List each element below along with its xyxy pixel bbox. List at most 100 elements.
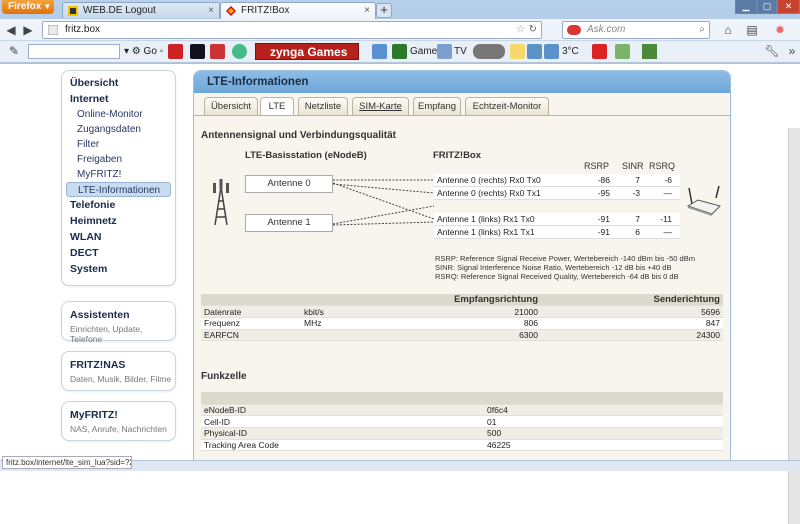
bookmarks-icon[interactable]: ▤ — [744, 22, 760, 38]
row-name: Frequenz — [201, 317, 301, 330]
tools-icon[interactable]: ✎ — [6, 43, 22, 59]
signal-row-rsrp: -95 — [597, 188, 610, 198]
back-icon[interactable]: ◀ — [3, 22, 19, 38]
fritzbox-favicon-icon — [226, 6, 236, 16]
signal-row-name: Antenne 0 (rechts) Rx0 Tx0 — [437, 175, 541, 185]
weather-label[interactable]: 3°C — [562, 45, 579, 59]
col-rsrp: RSRP — [584, 161, 610, 171]
chat-icon[interactable] — [510, 44, 525, 59]
media-controls-icon[interactable] — [473, 44, 505, 59]
top-icon[interactable] — [190, 44, 205, 59]
menu-item-filter[interactable]: Filter — [62, 137, 175, 152]
menu-item-heimnetz[interactable]: Heimnetz — [62, 213, 175, 229]
signal-row-rsrq: — — [663, 188, 673, 198]
menu-item-freigaben[interactable]: Freigaben — [62, 152, 175, 167]
chevron-down-icon: ▼ — [43, 2, 52, 11]
tab-empfang[interactable]: Empfang — [413, 97, 461, 115]
c8-icon[interactable] — [592, 44, 607, 59]
fritznas-box[interactable]: FRITZ!NAS Daten, Musik, Bilder, Filme — [61, 351, 176, 391]
settings-icon[interactable] — [372, 44, 387, 59]
minimize-button[interactable]: ▁ — [735, 0, 757, 14]
close-tab-icon[interactable]: × — [208, 3, 214, 18]
header-empfangsrichtung: Empfangsrichtung — [391, 294, 541, 307]
tab-uebersicht[interactable]: Übersicht — [204, 97, 258, 115]
ticket-icon[interactable] — [210, 44, 225, 59]
myfritz-box[interactable]: MyFRITZ! NAS, Anrufe, Nachrichten — [61, 401, 176, 441]
tv-link[interactable]: TV — [454, 45, 467, 59]
overflow-icon[interactable]: » — [784, 43, 800, 59]
firefox-menu-button[interactable]: Firefox ▼ — [2, 0, 54, 14]
signal-row: Antenne 0 (rechts) Rx0 Tx1 -95 -3 — — [434, 187, 680, 200]
rates-table: Empfangsrichtung Senderichtung Datenrate… — [201, 294, 723, 342]
search-bar[interactable]: Ask.com ⌕ — [562, 21, 710, 39]
ask-logo-icon — [567, 25, 581, 35]
row-name: Tracking Area Code — [201, 439, 484, 452]
assistenten-title: Assistenten — [70, 309, 130, 321]
home-icon[interactable]: ⌂ — [720, 22, 736, 38]
tab-netzliste[interactable]: Netzliste — [298, 97, 348, 115]
main-body: Übersicht LTE Netzliste SIM-Karte Empfan… — [194, 93, 730, 461]
toolbar-go-button[interactable]: ▾ ⚙ Go ◦ — [124, 45, 163, 59]
smiley-icon[interactable] — [232, 44, 247, 59]
forward-icon[interactable]: ▶ — [20, 22, 36, 38]
wrench-icon[interactable]: 🔧︎ — [764, 43, 780, 59]
signal-row-name: Antenne 1 (links) Rx1 Tx1 — [437, 227, 535, 237]
maximize-button[interactable]: ▢ — [757, 0, 777, 14]
menu-item-uebersicht[interactable]: Übersicht — [62, 75, 175, 91]
signal-heading: Antennensignal und Verbindungsqualität — [201, 130, 397, 141]
addon-toolbar: ✎ ▾ ⚙ Go ◦ zynga Games Games TV 3°C 🔧︎ » — [0, 41, 800, 63]
reload-icon[interactable]: ↻ — [529, 22, 537, 38]
menu-item-wlan[interactable]: WLAN — [62, 229, 175, 245]
toolbar-search-input[interactable] — [28, 44, 120, 59]
table-row: Physical-ID 500 — [201, 427, 723, 440]
frog-icon[interactable] — [642, 44, 657, 59]
row-up: 24300 — [541, 329, 723, 342]
close-tab-icon[interactable]: × — [364, 3, 370, 18]
menu-item-online-monitor[interactable]: Online-Monitor — [62, 107, 175, 122]
url-bar[interactable]: fritz.box ☆ ↻ — [42, 21, 542, 39]
new-tab-button[interactable]: + — [376, 3, 392, 18]
tab-divider — [194, 115, 730, 116]
video-icon[interactable] — [168, 44, 183, 59]
phone-icon[interactable] — [615, 44, 630, 59]
signal-row-rsrq: -6 — [664, 175, 672, 185]
row-name: Datenrate — [201, 305, 301, 318]
signal-row-name: Antenne 0 (rechts) Rx0 Tx1 — [437, 188, 541, 198]
funkzelle-heading: Funkzelle — [201, 371, 247, 382]
menu-item-lte-informationen[interactable]: LTE-Informationen — [66, 182, 171, 197]
menu-item-myfritz[interactable]: MyFRITZ! — [62, 167, 175, 182]
search-icon[interactable]: ⌕ — [699, 22, 705, 38]
page-title: LTE-Informationen — [194, 71, 730, 93]
menu-item-telefonie[interactable]: Telefonie — [62, 197, 175, 213]
zynga-games-button[interactable]: zynga Games — [255, 43, 359, 60]
mail-icon[interactable] — [437, 44, 452, 59]
menu-item-zugangsdaten[interactable]: Zugangsdaten — [62, 122, 175, 137]
webde-favicon-icon — [68, 6, 78, 16]
gamepad-icon[interactable] — [392, 44, 407, 59]
tab-title: FRITZ!Box — [241, 5, 290, 16]
photo-icon[interactable] — [527, 44, 542, 59]
signal-row-sinr: 7 — [635, 214, 640, 224]
close-window-button[interactable]: ✕ — [777, 0, 800, 14]
menu-item-system[interactable]: System — [62, 261, 175, 277]
header-senderichtung: Senderichtung — [541, 294, 723, 307]
main-panel: LTE-Informationen Übersicht LTE Netzlist… — [193, 70, 731, 462]
tab-lte[interactable]: LTE — [260, 97, 294, 116]
page-favicon-icon — [48, 25, 58, 35]
row-up: 847 — [541, 317, 723, 330]
window-icon[interactable] — [544, 44, 559, 59]
table-header-row — [201, 392, 723, 405]
menu-item-internet[interactable]: Internet — [62, 91, 175, 107]
addon-icon[interactable]: ✹ — [772, 22, 788, 38]
tab-echtzeit-monitor[interactable]: Echtzeit-Monitor — [465, 97, 549, 115]
signal-row: Antenne 1 (links) Rx1 Tx0 -91 7 -11 — [434, 213, 680, 226]
row-value: 46225 — [484, 439, 723, 452]
tab-webde[interactable]: WEB.DE Logout × — [62, 2, 220, 18]
tab-sim-karte[interactable]: SIM-Karte — [352, 97, 409, 115]
signal-row: Antenne 1 (links) Rx1 Tx1 -91 6 — — [434, 226, 680, 239]
menu-item-dect[interactable]: DECT — [62, 245, 175, 261]
tab-fritzbox[interactable]: FRITZ!Box × — [220, 2, 376, 19]
bookmark-star-icon[interactable]: ☆ — [516, 22, 525, 38]
assistenten-box[interactable]: Assistenten Einrichten, Update, Telefone — [61, 301, 176, 344]
header-empty — [201, 392, 723, 405]
